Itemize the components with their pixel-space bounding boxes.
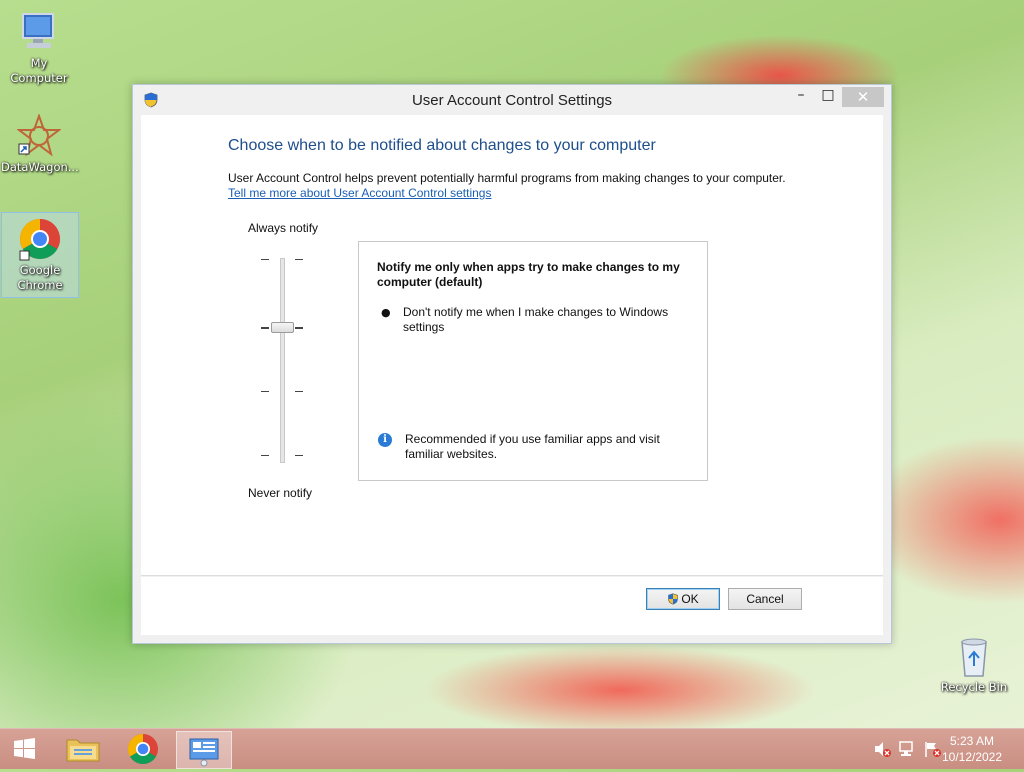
volume-muted-icon[interactable]: [872, 739, 892, 759]
uac-shield-icon: [667, 591, 679, 605]
slider-tick: [261, 391, 269, 392]
bullet-icon: ●: [381, 306, 391, 319]
slider-bottom-label: Never notify: [248, 486, 313, 500]
taskbar-uac-settings[interactable]: [176, 731, 232, 769]
uac-settings-window: User Account Control Settings – □ ✕ Choo…: [132, 84, 892, 644]
control-panel-icon: [189, 738, 219, 767]
datawagon-icon: [16, 113, 62, 158]
desktop-icon-label: My Computer: [10, 56, 68, 85]
desktop-icon-label: Recycle Bin: [940, 680, 1008, 694]
description-text: User Account Control helps prevent poten…: [228, 171, 786, 185]
window-title: User Account Control Settings: [411, 92, 613, 109]
start-button[interactable]: [4, 733, 44, 765]
slider-top-label: Always notify: [248, 221, 319, 235]
desktop-icon-label: DataWagon...: [1, 160, 79, 174]
taskbar-chrome[interactable]: [116, 731, 170, 767]
page-heading: Choose when to be notified about changes…: [228, 137, 656, 154]
windows-logo-icon: [14, 738, 35, 759]
taskbar: 5:23 AM 10/12/2022: [0, 728, 1024, 769]
level-description-box: Notify me only when apps try to make cha…: [358, 241, 708, 481]
clock-date: 10/12/2022: [941, 750, 1003, 764]
slider-tick: [295, 455, 303, 456]
slider-tick: [295, 327, 303, 329]
desktop-icon-recycle-bin[interactable]: Recycle Bin: [936, 630, 1012, 695]
ok-button[interactable]: OK: [646, 588, 720, 610]
desktop-icon-label: Google Chrome: [17, 263, 63, 292]
close-icon: ✕: [856, 88, 870, 106]
slider-tick: [261, 327, 269, 329]
slider-tick: [295, 391, 303, 392]
level-bullet-text: Don't notify me when I make changes to W…: [403, 305, 669, 334]
maximize-button[interactable]: □: [815, 87, 841, 107]
chrome-icon: [18, 217, 62, 261]
slider-thumb[interactable]: [271, 322, 294, 333]
button-bar: OK Cancel: [141, 577, 883, 635]
desktop-icon-datawagon[interactable]: DataWagon...: [1, 110, 79, 175]
network-icon[interactable]: [897, 739, 917, 759]
desktop-icon-google-chrome[interactable]: Google Chrome: [1, 212, 79, 298]
minimize-button[interactable]: –: [788, 87, 814, 107]
desktop-icon-my-computer[interactable]: My Computer: [1, 6, 77, 86]
minimize-icon: –: [797, 87, 805, 103]
close-button[interactable]: ✕: [842, 87, 884, 107]
cancel-button[interactable]: Cancel: [728, 588, 802, 610]
learn-more-link[interactable]: Tell me more about User Account Control …: [228, 186, 491, 200]
title-bar[interactable]: User Account Control Settings – □ ✕: [133, 85, 891, 115]
computer-icon: [17, 10, 61, 54]
recommendation-text: Recommended if you use familiar apps and…: [405, 432, 660, 461]
slider-tick: [261, 259, 269, 260]
taskbar-file-explorer[interactable]: [56, 731, 110, 767]
folder-icon: [66, 739, 100, 762]
clock-time: 5:23 AM: [949, 734, 995, 748]
maximize-icon: □: [821, 87, 835, 103]
slider-track[interactable]: [280, 258, 285, 463]
slider-tick: [261, 455, 269, 456]
slider-tick: [295, 259, 303, 260]
chrome-icon: [127, 734, 158, 765]
level-title: Notify me only when apps try to make cha…: [377, 260, 680, 289]
system-clock[interactable]: 5:23 AM 10/12/2022: [932, 733, 1012, 765]
recycle-bin-icon: [952, 634, 996, 678]
ok-button-label: OK: [681, 592, 699, 606]
content-area: Choose when to be notified about changes…: [141, 115, 883, 576]
notification-level-slider[interactable]: [261, 255, 303, 465]
info-icon: i: [378, 433, 392, 447]
